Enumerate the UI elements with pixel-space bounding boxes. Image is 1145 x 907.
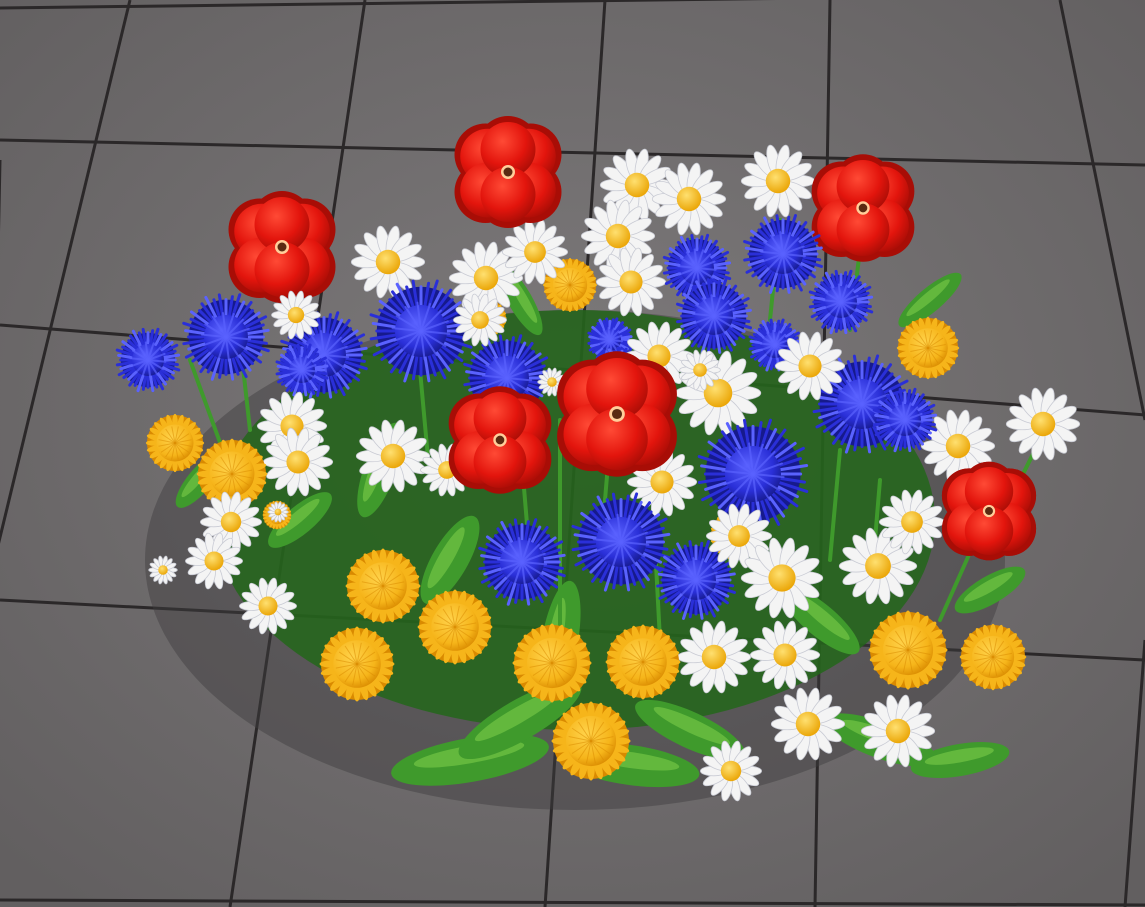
dandelion-flower bbox=[959, 623, 1027, 691]
poppy-flower bbox=[941, 461, 1037, 561]
dandelion-flower bbox=[896, 316, 960, 380]
dandelion-flower bbox=[551, 701, 631, 781]
dandelion-flower bbox=[145, 413, 205, 473]
dandelion-flower bbox=[868, 610, 948, 690]
poppy-flower bbox=[454, 116, 562, 228]
dandelion-flower bbox=[345, 548, 421, 624]
flower-bed-scene bbox=[0, 0, 1145, 907]
dandelion-flower bbox=[512, 623, 592, 703]
dandelion-flower bbox=[417, 589, 493, 665]
daisy-flower bbox=[267, 501, 289, 523]
poppy-flower bbox=[228, 191, 336, 303]
poppy-flower bbox=[811, 154, 915, 262]
dandelion-flower bbox=[319, 626, 395, 702]
poppy-flower bbox=[557, 351, 677, 477]
poppy-flower bbox=[448, 386, 552, 494]
dandelion-flower bbox=[605, 624, 681, 700]
